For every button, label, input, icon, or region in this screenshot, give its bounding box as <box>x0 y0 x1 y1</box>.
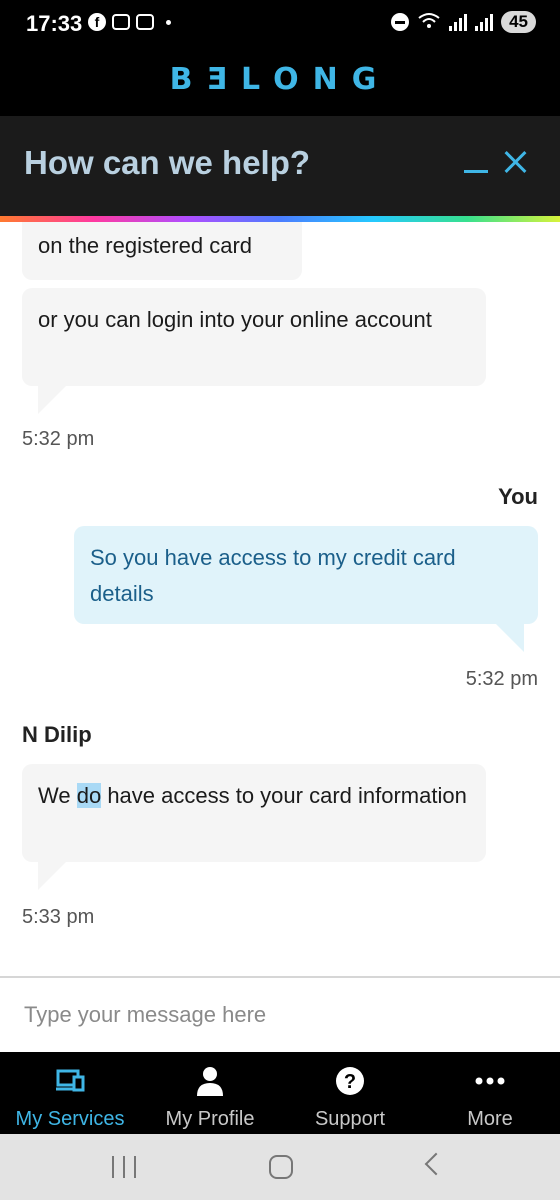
back-icon[interactable] <box>424 1152 448 1176</box>
message-text: So you have access to my credit card det… <box>90 545 456 606</box>
tab-label: My Services <box>15 1108 125 1130</box>
agent-message: We do have access to your card informati… <box>22 764 486 862</box>
tab-label: More <box>467 1108 513 1130</box>
bottom-tab-bar: My Services My Profile ? Support More <box>0 1052 560 1134</box>
tab-label: Support <box>314 1108 386 1130</box>
more-dots-icon <box>474 1066 506 1096</box>
bubble-tail <box>38 862 66 890</box>
bubble-tail <box>496 624 524 652</box>
status-bar: 17:33 f 45 <box>0 0 560 48</box>
message-timestamp: 5:33 pm <box>22 906 95 928</box>
message-text-after: have access to your card information <box>101 783 467 808</box>
message-text-before: We <box>38 783 77 808</box>
chat-transcript[interactable]: on the registered card or you can login … <box>0 222 560 976</box>
message-timestamp: 5:32 pm <box>22 428 95 450</box>
person-icon <box>194 1066 226 1096</box>
highlighted-text: do <box>76 783 102 808</box>
agent-message: or you can login into your online accoun… <box>22 288 486 386</box>
message-icon <box>136 14 154 30</box>
tab-label: My Profile <box>165 1108 255 1130</box>
recent-apps-icon[interactable] <box>112 1156 136 1178</box>
home-icon[interactable] <box>269 1155 293 1179</box>
user-message: So you have access to my credit card det… <box>74 526 538 624</box>
notification-icons: f <box>88 13 171 31</box>
tab-my-services[interactable]: My Services <box>0 1052 140 1134</box>
facebook-icon: f <box>88 13 106 31</box>
wifi-icon <box>417 12 441 33</box>
signal-icon <box>449 13 468 31</box>
svg-text:?: ? <box>344 1071 356 1093</box>
sender-name-you: You <box>498 484 538 509</box>
tab-my-profile[interactable]: My Profile <box>140 1052 280 1134</box>
message-icon <box>112 14 130 30</box>
composer <box>0 978 560 1052</box>
question-icon: ? <box>334 1066 366 1096</box>
chat-header: How can we help? <box>0 116 560 216</box>
tab-more[interactable]: More <box>420 1052 560 1134</box>
brand-bar: BƎLONG <box>0 48 560 116</box>
agent-message: on the registered card <box>22 222 302 280</box>
dnd-icon <box>391 13 410 31</box>
dot-icon <box>166 19 171 25</box>
battery-badge: 45 <box>501 11 536 33</box>
close-icon[interactable] <box>502 148 530 176</box>
minimize-icon[interactable] <box>464 170 488 173</box>
sender-name-agent: N Dilip <box>22 722 92 747</box>
message-input[interactable] <box>22 996 526 1034</box>
system-icons: 45 <box>391 11 536 33</box>
system-nav-bar <box>0 1134 560 1200</box>
tab-support[interactable]: ? Support <box>280 1052 420 1134</box>
message-timestamp: 5:32 pm <box>465 668 538 690</box>
bubble-tail <box>38 386 66 414</box>
chat-title: How can we help? <box>24 144 311 181</box>
message-text: on the registered card <box>38 233 253 258</box>
laptop-icon <box>54 1066 86 1096</box>
message-text: or you can login into your online accoun… <box>38 307 432 332</box>
belong-logo: BƎLONG <box>169 62 391 97</box>
status-time: 17:33 <box>26 11 83 36</box>
signal-icon <box>475 13 494 31</box>
